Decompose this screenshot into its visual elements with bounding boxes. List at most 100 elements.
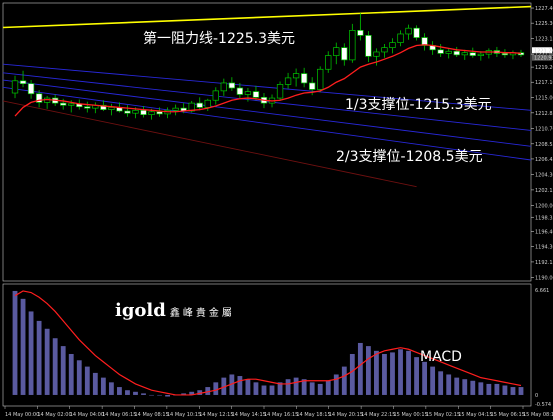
macd-histogram-bar (494, 383, 500, 395)
price-tick-label: 1227.40 (535, 6, 553, 12)
candle-body (156, 111, 163, 115)
macd-histogram-bar (253, 382, 259, 395)
macd-histogram-bar (92, 372, 98, 395)
candle-body (453, 50, 460, 56)
price-tick-label: 1223.15 (535, 37, 553, 43)
macd-histogram-bar (478, 382, 484, 395)
macd-histogram-bar (470, 380, 476, 395)
macd-histogram-bar (414, 357, 419, 395)
candle-body (204, 99, 211, 108)
macd-histogram-bar (438, 371, 444, 395)
macd-histogram-bar (365, 346, 371, 395)
resistance-line (2, 5, 532, 29)
macd-histogram-bar (117, 387, 122, 395)
macd-histogram-bar (486, 383, 492, 395)
macd-histogram-bar (430, 366, 436, 395)
current-price-label: 1221.26 (534, 48, 553, 54)
macd-histogram-bar (157, 394, 162, 396)
price-tick-label: 1200.00 (535, 203, 553, 209)
candle-body (300, 73, 308, 84)
macd-histogram-bar (518, 387, 524, 395)
igold-logo: igold 鑫峰貴金屬 (115, 300, 235, 321)
macd-histogram-bar (68, 353, 74, 395)
price-tick-label: 1204.30 (535, 172, 553, 178)
macd-histogram-bar (133, 391, 138, 395)
time-tick-label: 14 May 16:15 (264, 412, 298, 418)
time-tick-label: 15 May 08:15 (523, 412, 553, 418)
candle-body (236, 87, 244, 95)
candle-body (84, 106, 91, 109)
candle-body (244, 91, 252, 95)
macd-tick-label: -0.574 (535, 402, 551, 408)
candle-body (292, 73, 300, 79)
time-tick-label: 14 May 04:00 (70, 412, 104, 418)
candle-body (437, 49, 444, 54)
candle-body (276, 84, 284, 99)
price-tick-label: 1192.15 (535, 260, 553, 266)
price-tick-label: 1215.00 (535, 95, 553, 101)
time-tick-label: 15 May 00:15 (394, 412, 428, 418)
price-tick-label: 1196.40 (535, 229, 553, 235)
macd-histogram-bar (462, 379, 468, 395)
candle-body (148, 111, 155, 115)
candle-body (132, 109, 139, 114)
macd-histogram-bar (406, 350, 411, 395)
current-price-label: 1220.93 (534, 56, 553, 62)
candle-body (373, 51, 380, 57)
macd-histogram-bar (446, 374, 452, 395)
candle-body (477, 53, 484, 56)
candle-body (349, 30, 356, 61)
time-tick-label: 14 May 12:15 (199, 412, 233, 418)
candle-body (381, 47, 388, 53)
candle-body (357, 30, 364, 36)
candle-body (405, 27, 412, 35)
macd-histogram-bar (502, 385, 508, 395)
candle-body (341, 47, 348, 61)
candle-body (365, 35, 372, 57)
candle-body (325, 55, 332, 70)
logo-brand: igold (115, 300, 166, 321)
macd-histogram-bar (12, 290, 18, 395)
price-tick-label: 1225.30 (535, 21, 553, 27)
price-tick-label: 1190.00 (535, 275, 553, 281)
macd-histogram-bar (390, 352, 395, 395)
macd-signal-line (14, 290, 522, 396)
candle-body (172, 107, 179, 111)
macd-histogram-bar (44, 328, 50, 395)
price-tick-label: 1219.20 (535, 65, 553, 71)
candle-body (397, 33, 404, 43)
candle-body (228, 82, 236, 89)
time-tick-label: 15 May 06:15 (491, 412, 525, 418)
time-tick-label: 14 May 18:15 (296, 412, 330, 418)
macd-histogram-bar (398, 349, 403, 395)
macd-histogram-bar (108, 382, 114, 395)
price-tick-label: 1210.70 (535, 126, 553, 132)
price-tick-label: 1208.55 (535, 142, 553, 148)
candle-body (469, 52, 476, 56)
macd-histogram-bar (141, 393, 146, 395)
price-tick-label: 1212.85 (535, 111, 553, 117)
macd-histogram-bar (245, 379, 251, 395)
resistance-annotation: 第一阻力线-1225.3美元 (143, 31, 296, 47)
time-tick-label: 14 May 10:15 (167, 412, 201, 418)
candle-body (19, 80, 27, 85)
macd-histogram-bar (60, 346, 66, 395)
macd-histogram-bar (333, 374, 339, 395)
macd-histogram-bar (285, 379, 291, 395)
macd-tick-label: 0 (535, 393, 538, 399)
macd-histogram-bar (20, 298, 26, 395)
macd-histogram-bar (237, 376, 243, 395)
price-tick-label: 1198.35 (535, 215, 553, 221)
macd-histogram-bar (349, 353, 355, 395)
macd-histogram-bar (100, 377, 106, 395)
macd-histogram-bar (374, 350, 379, 395)
macd-histogram-bar (422, 361, 428, 395)
price-chart[interactable]: 1227.401225.301223.151221.001219.201217.… (0, 0, 553, 420)
candle-body (60, 102, 67, 106)
support-two-thirds-annotation: 2/3支撑位-1208.5美元 (336, 149, 483, 165)
macd-histogram-bar (341, 366, 347, 395)
time-tick-label: 14 May 14:15 (232, 412, 266, 418)
time-tick-label: 14 May 06:15 (102, 412, 136, 418)
macd-histogram-bar (76, 360, 82, 395)
macd-histogram-bar (382, 353, 387, 395)
